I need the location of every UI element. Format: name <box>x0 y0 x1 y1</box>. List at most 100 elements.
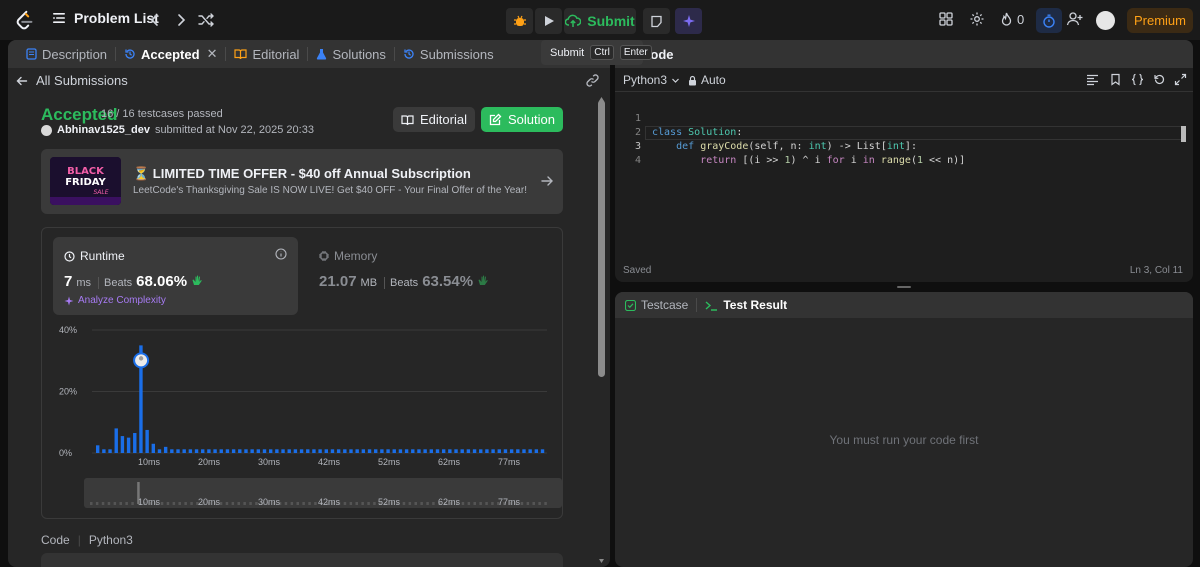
chart-bar <box>299 449 304 453</box>
code-text: def grayCode(self, n: int) -> List[int]: <box>676 141 917 152</box>
add-friend-icon[interactable] <box>1066 11 1084 29</box>
chart-bar <box>151 443 156 453</box>
chart-bar <box>466 449 471 453</box>
settings-gear-icon[interactable] <box>969 11 987 29</box>
range-slider-bar <box>178 502 181 505</box>
range-slider-bar <box>160 502 164 505</box>
description-icon <box>26 48 37 60</box>
range-slider-bar <box>420 502 423 505</box>
range-slider-bar <box>479 502 482 505</box>
promo-banner[interactable]: BLACK FRIDAY SALE ⏳ LIMITED TIME OFFER -… <box>41 149 563 214</box>
range-slider-bar <box>95 502 99 505</box>
chart-svg: 40% 20% 0% 10ms 20ms 30ms 42ms 52ms 62ms 77ms 10ms… <box>59 325 562 508</box>
range-slider-bar <box>284 502 288 505</box>
x-tick-label: 62ms <box>438 457 461 467</box>
memory-label-row[interactable]: Memory <box>319 249 377 263</box>
y-tick-label: 0% <box>59 448 72 458</box>
expand-icon[interactable] <box>1174 73 1187 86</box>
solution-button[interactable]: Solution <box>481 107 563 132</box>
tab-description[interactable]: Description <box>18 47 115 62</box>
runtime-card[interactable]: Runtime 7 ms Beats 68.06% Analyze Comple… <box>53 237 298 315</box>
chart-bar <box>201 449 205 453</box>
close-tab-icon[interactable]: ✕ <box>207 46 218 62</box>
tab-solutions[interactable]: Solutions <box>308 47 393 62</box>
editor-scrollbar-thumb[interactable] <box>1181 126 1186 142</box>
next-problem-icon[interactable] <box>172 11 190 29</box>
author-name[interactable]: Abhinav1525_dev <box>57 124 150 136</box>
editorial-button-label: Editorial <box>420 112 467 127</box>
chart-bar <box>108 449 112 453</box>
chart-bar <box>163 446 168 453</box>
chart-bar <box>324 449 328 453</box>
info-icon[interactable] <box>275 248 287 260</box>
tab-accepted[interactable]: Accepted ✕ <box>116 46 225 62</box>
range-slider-bar <box>101 502 105 505</box>
all-submissions-link[interactable]: All Submissions <box>16 73 128 88</box>
auto-mode-toggle[interactable]: Auto <box>688 73 726 87</box>
editorial-button[interactable]: Editorial <box>393 107 475 132</box>
chart-bar <box>102 449 106 453</box>
link-icon[interactable] <box>585 73 600 88</box>
timer-button[interactable] <box>1036 8 1062 33</box>
runtime-distribution-chart[interactable]: 40% 20% 0% 10ms 20ms 30ms 42ms 52ms 62ms 77ms 10ms… <box>42 320 562 518</box>
range-slider-bar <box>90 502 93 505</box>
tab-label: Test Result <box>723 298 788 312</box>
ai-assistant-button[interactable] <box>675 8 702 34</box>
arrow-left-icon <box>16 75 28 87</box>
vertical-resize-handle[interactable] <box>897 286 911 288</box>
braces-icon[interactable] <box>1131 73 1144 86</box>
arrow-right-icon[interactable] <box>540 174 554 188</box>
chart-bar <box>528 449 532 453</box>
reset-icon[interactable] <box>1153 73 1166 86</box>
top-nav: Problem List Submit 0 Premium <box>0 0 1200 40</box>
range-slider-bar <box>520 502 524 505</box>
prev-problem-icon[interactable] <box>146 11 164 29</box>
range-slider-bar <box>461 502 465 505</box>
format-icon[interactable] <box>1086 73 1099 86</box>
problem-list-button[interactable]: Problem List <box>52 10 159 26</box>
editor-header: Code <box>615 40 1193 68</box>
language-select[interactable]: Python3 <box>623 73 680 87</box>
memory-value: 21.07 <box>319 273 357 290</box>
tab-editorial[interactable]: Editorial <box>226 47 307 62</box>
range-slider-bar <box>414 502 417 505</box>
promo-image-line2: FRIDAY <box>65 177 106 188</box>
bookmark-icon[interactable] <box>1109 73 1122 86</box>
streak-counter[interactable]: 0 <box>1000 12 1024 27</box>
chart-bar <box>213 449 217 453</box>
analyze-complexity-link[interactable]: Analyze Complexity <box>64 295 166 306</box>
tab-submissions[interactable]: Submissions <box>395 47 502 62</box>
run-button[interactable] <box>535 8 562 34</box>
user-avatar[interactable] <box>1096 11 1115 30</box>
notes-button[interactable] <box>643 8 670 34</box>
chart-bar <box>516 449 520 453</box>
flask-icon <box>316 48 327 60</box>
debug-button[interactable] <box>506 8 533 34</box>
chart-bar <box>225 449 230 453</box>
testcases-passed: 16 / 16 testcases passed <box>101 108 223 120</box>
chart-bar <box>126 437 131 453</box>
tab-testcase[interactable]: Testcase <box>625 298 696 312</box>
runtime-value-row: 7 ms Beats 68.06% <box>64 273 203 290</box>
code-lang: Python3 <box>88 533 133 547</box>
shuffle-icon[interactable] <box>197 11 215 29</box>
scrollbar-thumb[interactable] <box>598 100 605 377</box>
range-slider-bar <box>473 502 476 505</box>
layout-icon[interactable] <box>938 11 956 29</box>
author-avatar[interactable] <box>41 124 52 136</box>
chart-bar <box>145 429 149 453</box>
chart-bar <box>219 449 223 453</box>
range-slider-bar <box>532 502 535 505</box>
code-editor[interactable]: 1 class Solution: 2 def grayCode(self, n… <box>615 98 1193 248</box>
tab-test-result[interactable]: Test Result <box>697 298 795 312</box>
test-panel: Testcase Test Result You must run your c… <box>615 292 1193 567</box>
code-editor-panel: Code Python3 Auto 1 class Solution: 2 de… <box>615 40 1193 282</box>
chart-bar <box>114 428 118 453</box>
chart-bar <box>293 449 298 453</box>
leetcode-logo-icon[interactable] <box>14 10 36 32</box>
premium-button[interactable]: Premium <box>1127 8 1193 33</box>
chart-bar <box>509 449 514 453</box>
chart-bar <box>367 449 372 453</box>
tab-label: Accepted <box>141 46 200 62</box>
submit-button[interactable]: Submit <box>564 8 636 34</box>
